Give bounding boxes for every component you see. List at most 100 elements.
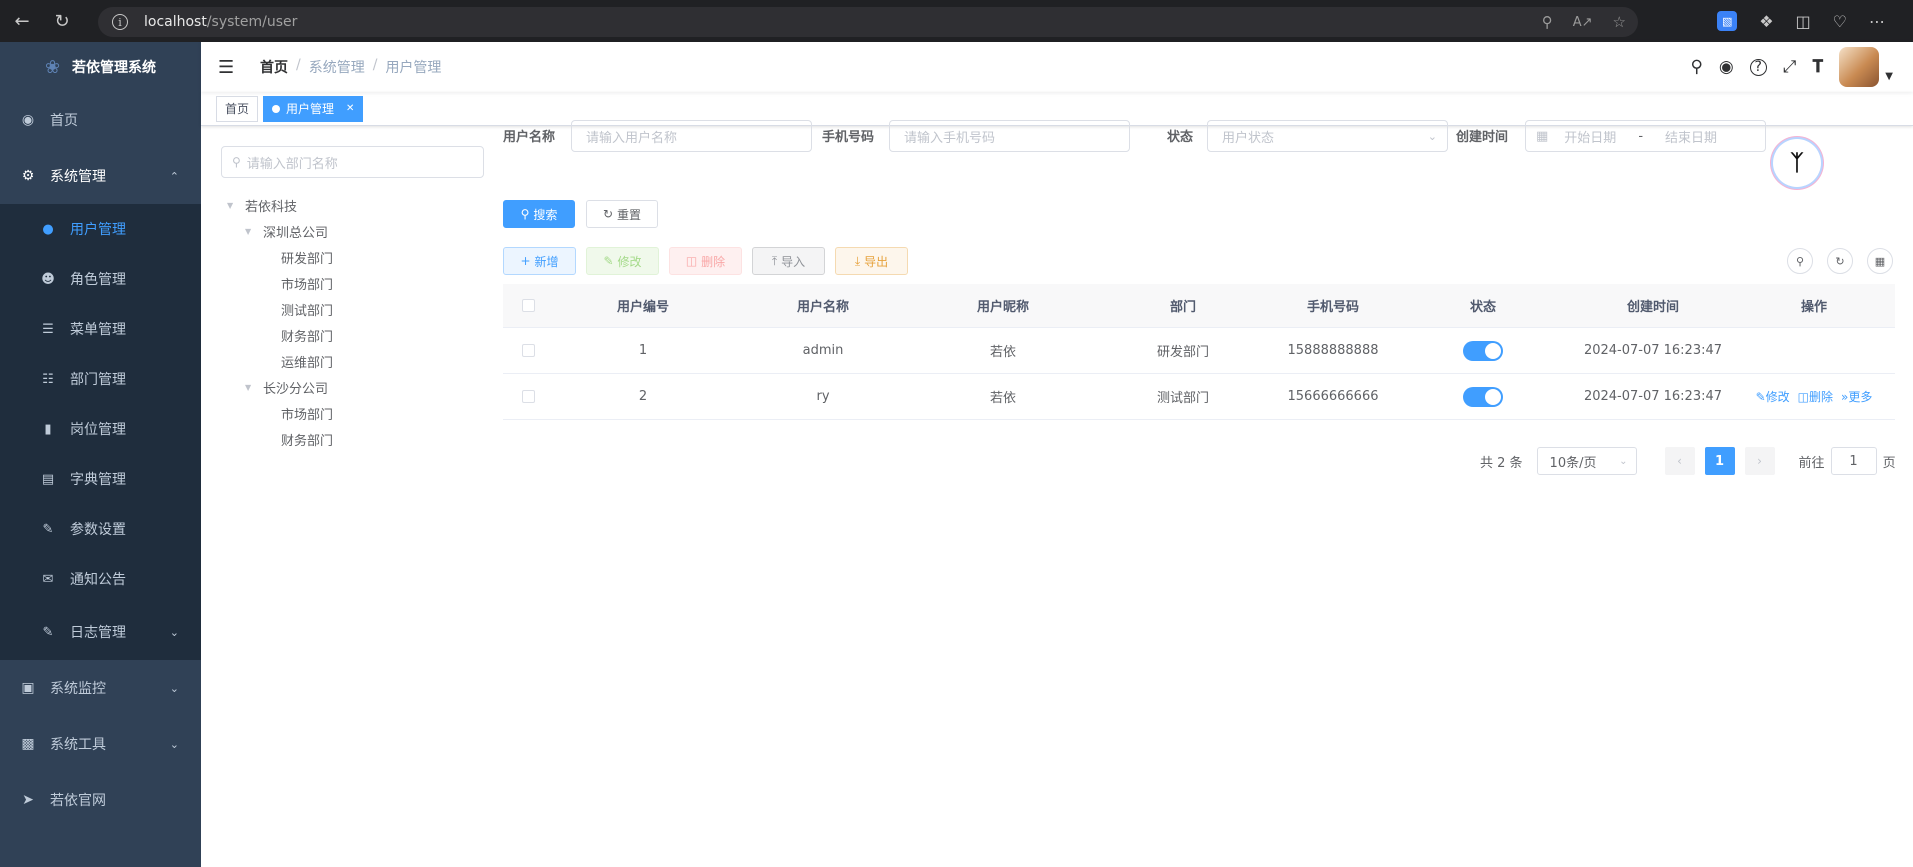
read-aloud-icon[interactable]: A↗ bbox=[1573, 15, 1593, 30]
refresh-icon[interactable]: ↻ bbox=[44, 0, 80, 42]
tree-node[interactable]: 测试部门 bbox=[227, 296, 333, 322]
avatar[interactable] bbox=[1839, 47, 1880, 87]
favorites-icon[interactable]: ♡ bbox=[1833, 12, 1847, 31]
page-size-select[interactable]: 10条/页 ⌄ bbox=[1536, 447, 1637, 475]
chevron-down-icon: ⌄ bbox=[1427, 129, 1437, 143]
tree-node[interactable]: 市场部门 bbox=[227, 270, 333, 296]
cell-status bbox=[1393, 386, 1573, 407]
table-row[interactable]: 2 ry 若依 测试部门 15666666666 2024-07-07 16:2… bbox=[503, 374, 1895, 420]
breadcrumb-item-system: 系统管理 bbox=[308, 60, 365, 76]
tag-user-management[interactable]: 用户管理 ✕ bbox=[263, 95, 364, 122]
sidebar-item-config[interactable]: ✎ 参数设置 bbox=[0, 504, 201, 554]
status-switch[interactable] bbox=[1463, 386, 1503, 407]
page-number-button[interactable]: 1 bbox=[1704, 447, 1735, 475]
hamburger-icon[interactable]: ☰ bbox=[218, 57, 234, 78]
row-delete-link[interactable]: ◫删除 bbox=[1798, 388, 1833, 405]
caret-down-icon[interactable]: ▼ bbox=[245, 383, 257, 392]
question-icon[interactable]: ? bbox=[1749, 58, 1767, 76]
total-count: 共 2 条 bbox=[1480, 455, 1523, 471]
refresh-button[interactable]: ↻ bbox=[1827, 248, 1853, 274]
search-button[interactable]: ⚲ 搜索 bbox=[503, 200, 575, 228]
select-all-checkbox[interactable] bbox=[503, 299, 553, 312]
system-submenu: ● 用户管理 ☻ 角色管理 ☰ 菜单管理 ☷ 部门管理 ▮ 岗位管理 ▤ 字典管… bbox=[0, 204, 201, 660]
next-page-button[interactable]: › bbox=[1744, 447, 1775, 475]
row-checkbox[interactable] bbox=[503, 390, 553, 403]
extensions-puzzle-icon[interactable]: ❖ bbox=[1759, 12, 1773, 31]
more-icon[interactable]: ⋯ bbox=[1869, 12, 1885, 31]
split-screen-icon[interactable]: ◫ bbox=[1796, 12, 1811, 31]
dept-search-input[interactable]: ⚲ 请输入部门名称 bbox=[221, 146, 484, 178]
columns-button[interactable]: ▦ bbox=[1867, 248, 1893, 274]
sidebar-item-dept[interactable]: ☷ 部门管理 bbox=[0, 354, 201, 404]
toggle-search-button[interactable]: ⚲ bbox=[1787, 248, 1813, 274]
sidebar-item-dict[interactable]: ▤ 字典管理 bbox=[0, 454, 201, 504]
favorite-star-icon[interactable]: ☆ bbox=[1613, 13, 1626, 31]
date-range-picker[interactable]: ▦ 开始日期 - 结束日期 bbox=[1525, 120, 1766, 152]
sidebar-item-home[interactable]: ◉ 首页 bbox=[0, 92, 201, 148]
tree-node[interactable]: 财务部门 bbox=[227, 322, 333, 348]
toolbox-icon: ▩ bbox=[21, 736, 35, 752]
close-icon[interactable]: ✕ bbox=[346, 97, 354, 121]
sidebar-item-notice[interactable]: ✉ 通知公告 bbox=[0, 554, 201, 604]
lotus-logo-icon: ❀ bbox=[44, 56, 61, 78]
key-icon[interactable]: ⚲ bbox=[1542, 13, 1553, 31]
tree-node[interactable]: ▼ 若依科技 bbox=[227, 192, 333, 218]
status-switch[interactable] bbox=[1463, 340, 1503, 361]
cell-nickname: 若依 bbox=[989, 345, 1016, 360]
row-checkbox[interactable] bbox=[503, 344, 553, 357]
table-header-cell: 状态 bbox=[1469, 300, 1496, 315]
table-row[interactable]: 1 admin 若依 研发部门 15888888888 2024-07-07 1… bbox=[503, 328, 1895, 374]
tree-node[interactable]: 研发部门 bbox=[227, 244, 333, 270]
site-info-icon[interactable]: i bbox=[112, 14, 128, 30]
sidebar-item-website[interactable]: ➤ 若依官网 bbox=[0, 772, 201, 828]
sidebar-item-monitor[interactable]: ▣ 系统监控 ⌄ bbox=[0, 660, 201, 716]
import-button[interactable]: ⤒ 导入 bbox=[752, 247, 825, 275]
sidebar-item-log[interactable]: ✎ 日志管理 ⌄ bbox=[0, 604, 201, 660]
caret-down-icon[interactable]: ▼ bbox=[227, 201, 239, 210]
tree-node[interactable]: ▼ 长沙分公司 bbox=[227, 374, 333, 400]
add-button[interactable]: + 新增 bbox=[503, 247, 576, 275]
tree-node[interactable]: 财务部门 bbox=[227, 426, 333, 452]
sidebar-logo[interactable]: ❀ 若依管理系统 bbox=[0, 42, 201, 92]
tree-node[interactable]: 市场部门 bbox=[227, 400, 333, 426]
prev-page-button[interactable]: ‹ bbox=[1664, 447, 1695, 475]
status-select[interactable]: 用户状态 ⌄ bbox=[1207, 120, 1448, 152]
user-icon: ● bbox=[42, 221, 54, 237]
start-date-input[interactable]: 开始日期 bbox=[1564, 127, 1616, 146]
tag-home[interactable]: 首页 bbox=[216, 95, 259, 122]
sidebar-item-tool[interactable]: ▩ 系统工具 ⌄ bbox=[0, 716, 201, 772]
breadcrumb-item-user: 用户管理 bbox=[385, 60, 442, 76]
caret-down-icon[interactable]: ▼ bbox=[1885, 71, 1893, 82]
navbar-right: ⚲ ◉ ? ⤢ 𝐓 ▼ bbox=[1690, 42, 1893, 92]
search-icon[interactable]: ⚲ bbox=[1690, 57, 1702, 77]
sidebar-item-user[interactable]: ● 用户管理 bbox=[0, 204, 201, 254]
tree-node[interactable]: 运维部门 bbox=[227, 348, 333, 374]
username-input[interactable]: 请输入用户名称 bbox=[571, 120, 812, 152]
back-icon[interactable]: ← bbox=[4, 0, 40, 42]
tree-node[interactable]: ▼ 深圳总公司 bbox=[227, 218, 333, 244]
grid-icon: ▦ bbox=[1874, 254, 1886, 268]
fullscreen-icon[interactable]: ⤢ bbox=[1783, 57, 1797, 77]
sidebar-item-label: 字典管理 bbox=[70, 472, 126, 488]
sidebar-item-system[interactable]: ⚙ 系统管理 ⌃ bbox=[0, 148, 201, 204]
phone-input[interactable]: 请输入手机号码 bbox=[889, 120, 1130, 152]
reset-button[interactable]: ↻ 重置 bbox=[586, 200, 658, 228]
edit-button[interactable]: ✎ 修改 bbox=[586, 247, 659, 275]
caret-down-icon[interactable]: ▼ bbox=[245, 227, 257, 236]
table-header-cell: 用户编号 bbox=[616, 300, 669, 315]
github-icon[interactable]: ◉ bbox=[1719, 57, 1734, 77]
end-date-input[interactable]: 结束日期 bbox=[1665, 127, 1717, 146]
floating-assistant-icon[interactable]: ᛉ bbox=[1773, 139, 1821, 187]
font-size-icon[interactable]: 𝐓 bbox=[1812, 57, 1823, 77]
row-more-link[interactable]: »更多 bbox=[1841, 388, 1872, 405]
goto-page-input[interactable]: 1 bbox=[1830, 447, 1877, 475]
sidebar-item-post[interactable]: ▮ 岗位管理 bbox=[0, 404, 201, 454]
address-bar[interactable]: i localhost/system/user ⚲ A↗ ☆ bbox=[98, 7, 1638, 37]
sidebar-item-menu[interactable]: ☰ 菜单管理 bbox=[0, 304, 201, 354]
extension-translate-icon[interactable]: ▧ bbox=[1717, 11, 1738, 31]
breadcrumb-item-home[interactable]: 首页 bbox=[260, 57, 288, 77]
export-button[interactable]: ⤓ 导出 bbox=[835, 247, 908, 275]
delete-button[interactable]: ◫ 删除 bbox=[669, 247, 742, 275]
sidebar-item-role[interactable]: ☻ 角色管理 bbox=[0, 254, 201, 304]
row-edit-link[interactable]: ✎修改 bbox=[1756, 388, 1790, 405]
